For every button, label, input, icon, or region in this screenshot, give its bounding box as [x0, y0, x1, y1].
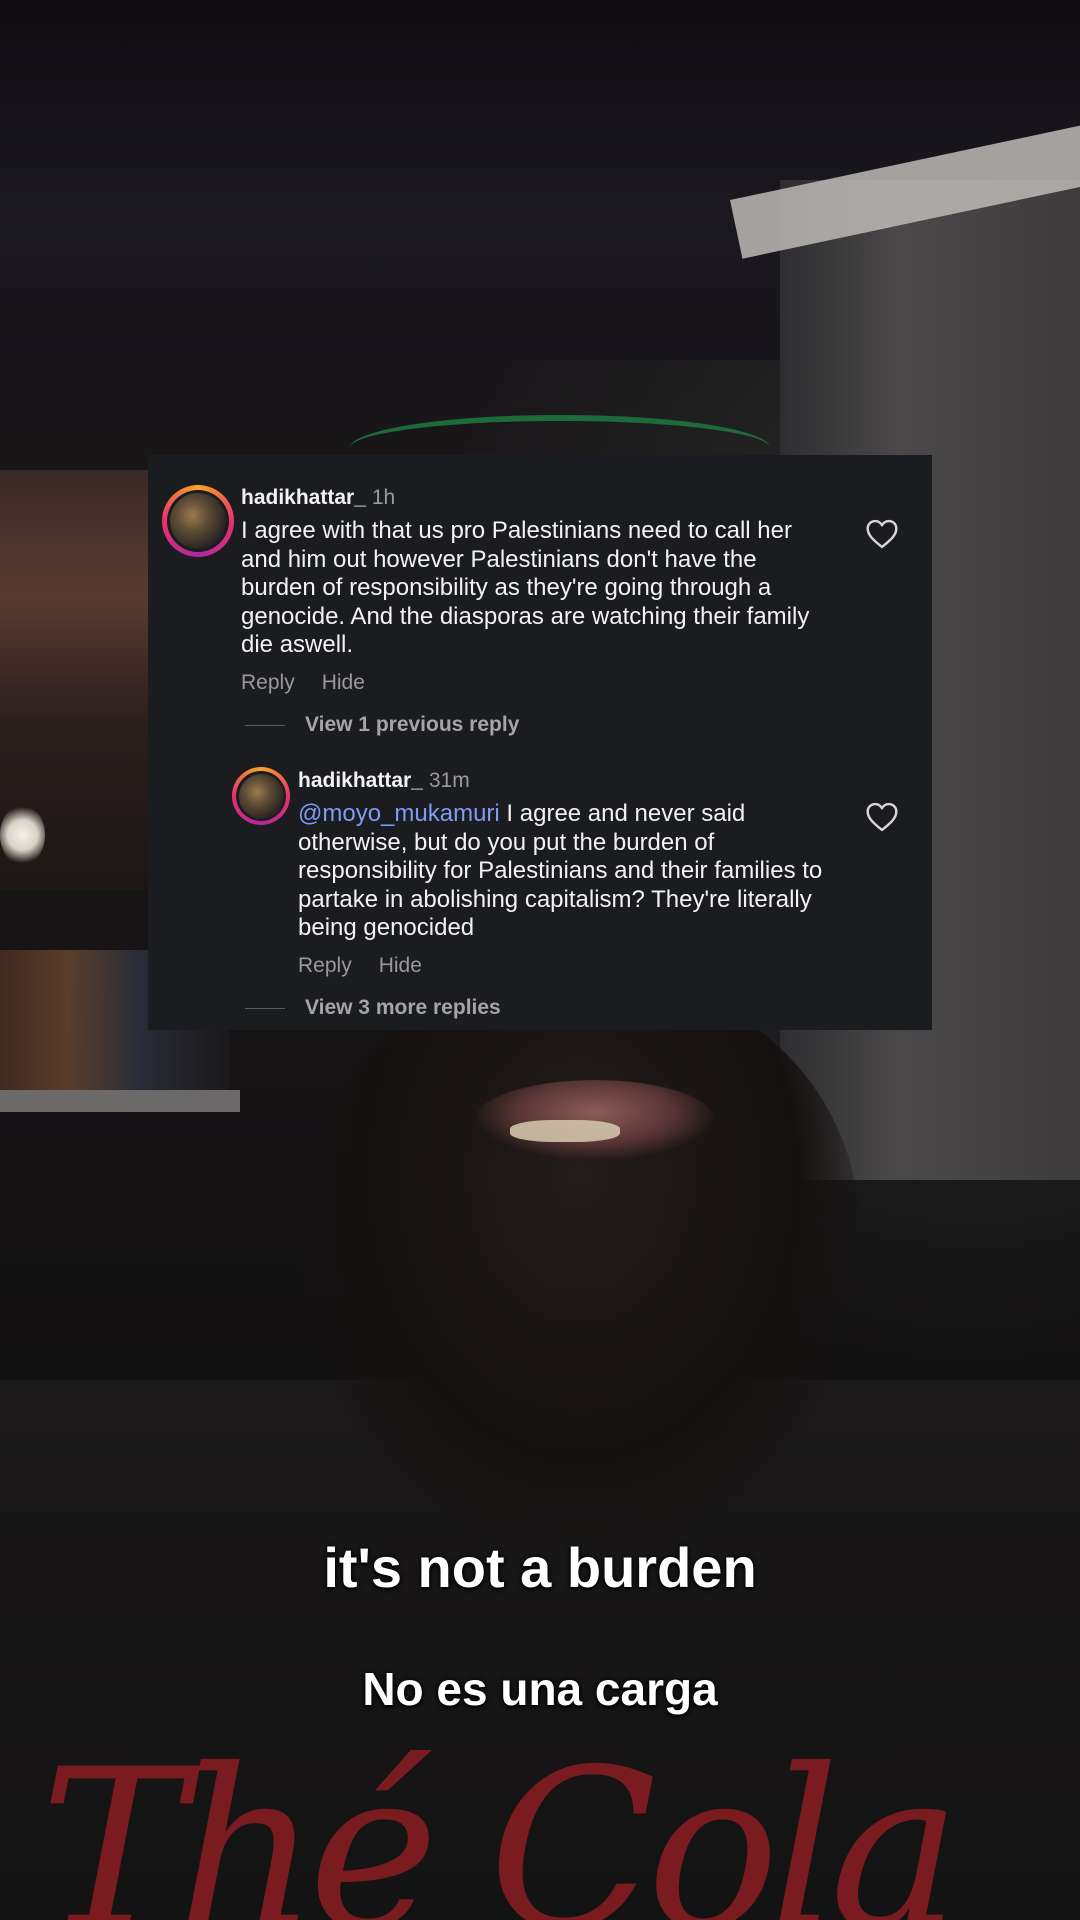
avatar-photo	[170, 493, 226, 549]
reply-time: 31m	[428, 769, 470, 792]
comment-card: hadikhattar_ 1h I agree with that us pro …	[148, 455, 932, 1030]
reply-button[interactable]: Reply	[298, 954, 352, 977]
avatar[interactable]	[162, 485, 234, 557]
reply-button[interactable]: Reply	[241, 671, 295, 694]
comment-time: 1h	[371, 486, 396, 509]
shelf-ledge	[0, 1090, 240, 1112]
lamp	[0, 805, 45, 865]
face	[300, 980, 860, 1540]
comment-text: I agree with that us pro Palestinians ne…	[241, 517, 810, 658]
thread-line	[245, 1007, 285, 1009]
caption-spanish: No es una carga	[362, 1663, 718, 1715]
heart-icon[interactable]	[865, 802, 899, 832]
teeth	[510, 1120, 620, 1142]
view-more-replies-button[interactable]: View 3 more replies	[245, 996, 501, 1020]
comment-username[interactable]: hadikhattar_ 1h	[241, 486, 395, 510]
reply-actions: Reply Hide	[298, 954, 449, 978]
avatar[interactable]	[232, 767, 290, 825]
caption-english: it's not a burden	[323, 1536, 757, 1599]
reply-text: @moyo_mukamuri I agree and never said ot…	[298, 800, 823, 941]
avatar-photo	[238, 773, 284, 819]
reply-username[interactable]: hadikhattar_ 31m	[298, 769, 470, 793]
mention-link[interactable]: @moyo_mukamuri	[298, 800, 500, 827]
comment-actions: Reply Hide	[241, 671, 392, 695]
view-previous-reply-button[interactable]: View 1 previous reply	[245, 713, 519, 737]
heart-icon[interactable]	[865, 519, 899, 549]
hide-button[interactable]: Hide	[379, 954, 422, 977]
hide-button[interactable]: Hide	[322, 671, 365, 694]
thread-line	[245, 724, 285, 726]
shirt-logo: Thé Cola	[40, 1722, 961, 1920]
